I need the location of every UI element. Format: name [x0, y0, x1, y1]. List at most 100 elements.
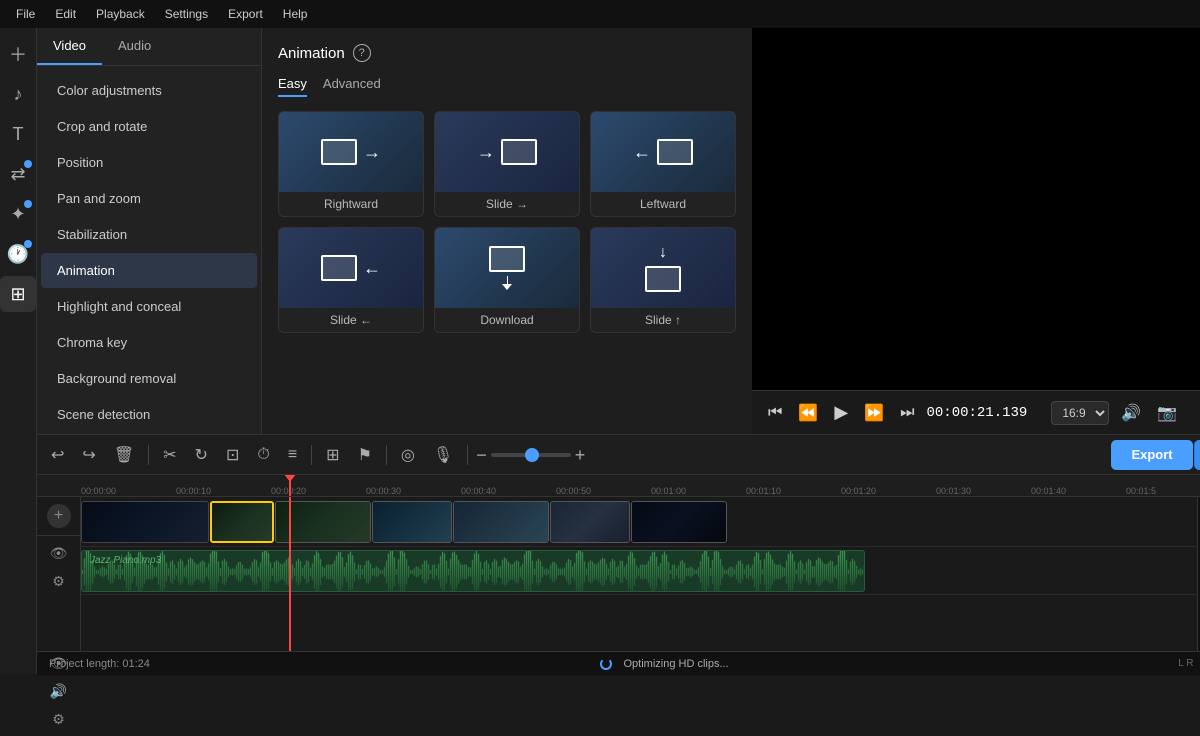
ruler-9: 00:01:30 — [936, 486, 971, 496]
clip-2[interactable] — [210, 501, 274, 543]
audio-clip[interactable]: Jazz Piano.mp3 — [81, 550, 865, 592]
clip-5[interactable] — [453, 501, 549, 543]
prop-pan-zoom[interactable]: Pan and zoom — [41, 181, 257, 216]
preview-area: ⏮ ⏪ ▶ ⏩ ⏭ 00:00:21.139 16:9 4:3 1:1 🔊 📷 … — [752, 28, 1200, 434]
zoom-out-button[interactable]: − — [476, 446, 487, 464]
tracks-container: Jazz Piano.mp3 — [81, 497, 1197, 651]
anim-card-rightward[interactable]: → Rightward — [278, 111, 424, 217]
music-icon-btn[interactable]: ♪ — [0, 76, 36, 112]
export-button[interactable]: Export — [1111, 440, 1192, 470]
prop-animation[interactable]: Animation — [41, 253, 257, 288]
transitions-icon-btn[interactable]: ⇄ — [0, 156, 36, 192]
tab-audio[interactable]: Audio — [102, 28, 167, 65]
anim-card-slide-right[interactable]: → Slide → — [434, 111, 580, 217]
separator-1 — [148, 445, 149, 465]
export-dropdown-button[interactable]: ▾ — [1194, 440, 1200, 470]
cut-button[interactable]: ✂ — [157, 441, 182, 469]
anim-tab-easy[interactable]: Easy — [278, 76, 307, 97]
timeline-content: + 👁 ⚙ 👁 🔊 ⚙ — [37, 497, 1200, 651]
menu-settings[interactable]: Settings — [157, 5, 216, 23]
menu-help[interactable]: Help — [275, 5, 316, 23]
prop-color-adjustments[interactable]: Color adjustments — [41, 73, 257, 108]
clip-6[interactable] — [550, 501, 630, 543]
step-back-button[interactable]: ⏪ — [794, 399, 822, 427]
crop-button[interactable]: ⊡ — [220, 441, 245, 469]
equalizer-button[interactable]: ≡ — [282, 442, 303, 468]
clip-1[interactable] — [81, 501, 209, 543]
skip-back-button[interactable]: ⏮ — [764, 400, 786, 426]
clip-7[interactable] — [631, 501, 727, 543]
menu-file[interactable]: File — [8, 5, 43, 23]
skip-forward-button[interactable]: ⏭ — [896, 400, 918, 426]
prop-highlight-conceal[interactable]: Highlight and conceal — [41, 289, 257, 324]
text-icon-btn[interactable]: T — [0, 116, 36, 152]
aspect-ratio-select[interactable]: 16:9 4:3 1:1 — [1051, 401, 1109, 425]
properties-icon-btn[interactable]: ⊞ — [0, 276, 36, 312]
loading-spinner — [600, 658, 612, 670]
properties-sidebar: Video Audio Color adjustments Crop and r… — [37, 28, 262, 434]
volume-button[interactable]: 🔊 — [1117, 399, 1145, 427]
color-icon-btn[interactable]: 🕐 — [0, 236, 36, 272]
play-button[interactable]: ▶ — [830, 398, 852, 427]
anim-card-slide-up[interactable]: ↓ Slide ↑ — [590, 227, 736, 333]
menu-export[interactable]: Export — [220, 5, 271, 23]
lr-label: L R — [1178, 658, 1193, 669]
prop-chroma-key[interactable]: Chroma key — [41, 325, 257, 360]
anim-card-leftward[interactable]: ← Leftward — [590, 111, 736, 217]
anim-card-download[interactable]: Download — [434, 227, 580, 333]
add-track-button[interactable]: + — [47, 504, 71, 528]
fit-button[interactable]: ⊞ — [320, 441, 345, 469]
ruler-5: 00:00:50 — [556, 486, 591, 496]
menu-playback[interactable]: Playback — [88, 5, 153, 23]
ruler-7: 00:01:10 — [746, 486, 781, 496]
timer-button[interactable]: ⏱ — [251, 442, 275, 468]
delete-button[interactable]: 🗑 — [108, 441, 140, 469]
clip-4[interactable] — [372, 501, 452, 543]
track-settings-icon[interactable]: ⚙ — [43, 568, 75, 594]
player-controls: ⏮ ⏪ ▶ ⏩ ⏭ 00:00:21.139 16:9 4:3 1:1 🔊 📷 … — [752, 390, 1200, 434]
text-icon: T — [13, 124, 24, 145]
prop-position[interactable]: Position — [41, 145, 257, 180]
separator-4 — [467, 445, 468, 465]
timeline-side-icons: + 👁 ⚙ 👁 🔊 ⚙ — [37, 497, 81, 651]
prop-scene-detection[interactable]: Scene detection — [41, 397, 257, 432]
flag-button[interactable]: ⚑ — [352, 441, 378, 469]
zoom-slider[interactable] — [491, 453, 571, 457]
video-track — [81, 497, 1197, 547]
effects-icon-btn[interactable]: ✦ — [0, 196, 36, 232]
icon-bar: ＋ ♪ T ⇄ ✦ 🕐 ⊞ — [0, 28, 37, 674]
zoom-in-button[interactable]: + — [575, 446, 586, 464]
help-icon[interactable]: ? — [353, 44, 371, 62]
rotate-button[interactable]: ↻ — [189, 441, 214, 469]
ruler-11: 00:01:5 — [1126, 486, 1156, 496]
zoom-control: − + — [476, 446, 585, 464]
tab-video[interactable]: Video — [37, 28, 102, 65]
video-clips — [81, 501, 727, 543]
prop-stabilization[interactable]: Stabilization — [41, 217, 257, 252]
undo-button[interactable]: ↩ — [45, 441, 70, 469]
snapshot-button[interactable]: 📷 — [1153, 399, 1181, 427]
mic-button[interactable]: 🎙 — [427, 441, 459, 469]
step-forward-button[interactable]: ⏩ — [860, 399, 888, 427]
tab-bar: Video Audio — [37, 28, 261, 66]
left-panel: Video Audio Color adjustments Crop and r… — [37, 28, 752, 434]
track-eye-icon[interactable]: 👁 — [43, 540, 75, 566]
more-options-button[interactable]: ⋮ — [1189, 399, 1200, 427]
redo-button[interactable]: ↪ — [76, 441, 101, 469]
menu-bar: File Edit Playback Settings Export Help — [0, 0, 1200, 28]
audio-settings-icon[interactable]: ⚙ — [43, 706, 75, 732]
separator-3 — [386, 445, 387, 465]
waveform-canvas — [82, 551, 865, 592]
timeline-area: ↩ ↪ 🗑 ✂ ↻ ⊡ ⏱ ≡ ⊞ ⚑ ◎ 🎙 − — [37, 434, 1200, 674]
anim-tab-advanced[interactable]: Advanced — [323, 76, 381, 97]
playhead-line — [289, 497, 291, 651]
anim-card-slide-left[interactable]: ← Slide ← — [278, 227, 424, 333]
music-icon: ♪ — [14, 84, 23, 105]
animation-panel: Animation ? Easy Advanced — [262, 28, 752, 434]
audio-volume-icon[interactable]: 🔊 — [43, 678, 75, 704]
add-media-button[interactable]: ＋ — [0, 36, 36, 72]
prop-crop-rotate[interactable]: Crop and rotate — [41, 109, 257, 144]
prop-background-removal[interactable]: Background removal — [41, 361, 257, 396]
menu-edit[interactable]: Edit — [47, 5, 84, 23]
lens-button[interactable]: ◎ — [395, 441, 421, 469]
